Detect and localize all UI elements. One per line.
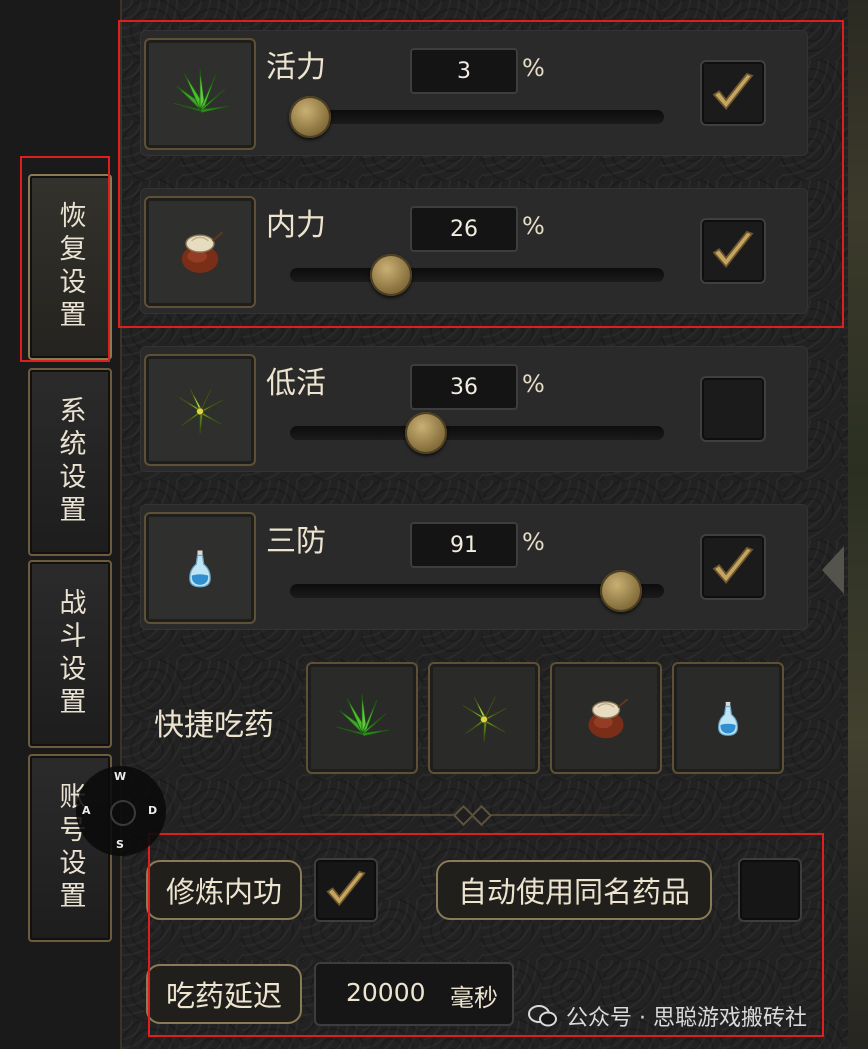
wechat-icon bbox=[528, 1005, 557, 1027]
compass-east-label: D bbox=[148, 804, 158, 817]
tab-system-settings[interactable]: 系统设置 bbox=[28, 368, 112, 556]
auto-use-same-name-checkbox[interactable] bbox=[738, 858, 802, 922]
recovery-row: 三防 91 % bbox=[140, 504, 808, 630]
checkmark-icon bbox=[707, 225, 759, 277]
compass-center bbox=[110, 800, 136, 826]
game-world-edge bbox=[848, 0, 868, 1049]
threshold-slider[interactable] bbox=[288, 96, 664, 138]
item-slot[interactable] bbox=[144, 38, 256, 150]
cultivate-inner-power-label: 修炼内功 bbox=[146, 860, 302, 920]
recovery-row: 活力 3 % bbox=[140, 30, 808, 156]
checkmark-icon bbox=[707, 67, 759, 119]
potion-delay-input[interactable]: 20000 毫秒 bbox=[314, 962, 514, 1026]
potion-delay-label: 吃药延迟 bbox=[146, 964, 302, 1024]
unit-label: % bbox=[522, 370, 545, 398]
enable-checkbox[interactable] bbox=[700, 534, 766, 600]
threshold-input[interactable]: 36 bbox=[410, 364, 518, 410]
row-label: 三防 bbox=[266, 524, 326, 559]
threshold-slider[interactable] bbox=[290, 254, 664, 296]
quick-potion-slot[interactable] bbox=[306, 662, 418, 774]
green-herb-icon bbox=[332, 688, 392, 748]
unit-label: % bbox=[522, 212, 545, 240]
unit-label: % bbox=[522, 528, 545, 556]
slider-knob[interactable] bbox=[288, 96, 331, 138]
checkmark-icon bbox=[321, 865, 371, 915]
threshold-slider[interactable] bbox=[290, 570, 664, 612]
enable-checkbox[interactable] bbox=[700, 376, 766, 442]
delay-unit: 毫秒 bbox=[450, 984, 498, 1012]
green-herb-icon bbox=[169, 63, 231, 125]
tab-combat-settings[interactable]: 战斗设置 bbox=[28, 560, 112, 748]
compass-south-label: S bbox=[116, 838, 124, 851]
quick-potion-slot[interactable] bbox=[550, 662, 662, 774]
collapse-panel-arrow-icon[interactable] bbox=[822, 546, 844, 594]
threshold-slider[interactable] bbox=[290, 412, 664, 454]
watermark-text: 公众号 · 思聪游戏搬砖社 bbox=[566, 1006, 807, 1031]
item-slot[interactable] bbox=[144, 354, 256, 466]
movement-compass[interactable]: W A D S bbox=[76, 766, 166, 856]
compass-west-label: A bbox=[82, 804, 91, 817]
tab-label: 恢复设置 bbox=[54, 201, 86, 333]
row-label: 低活 bbox=[266, 366, 326, 401]
slider-knob[interactable] bbox=[370, 254, 413, 296]
recovery-row: 内力 26 % bbox=[140, 188, 808, 314]
quick-potion-label: 快捷吃药 bbox=[154, 708, 274, 743]
tab-label: 战斗设置 bbox=[54, 588, 86, 720]
checkmark-icon bbox=[707, 541, 759, 593]
row-label: 活力 bbox=[266, 50, 326, 85]
threshold-input[interactable]: 91 bbox=[410, 522, 518, 568]
enable-checkbox[interactable] bbox=[700, 60, 766, 126]
clay-pot-icon bbox=[172, 224, 228, 280]
item-slot[interactable] bbox=[144, 196, 256, 308]
recovery-row: 低活 36 % bbox=[140, 346, 808, 472]
slider-knob[interactable] bbox=[405, 412, 448, 454]
clay-pot-icon bbox=[579, 691, 633, 745]
slider-knob[interactable] bbox=[600, 570, 643, 612]
watermark: 公众号 · 思聪游戏搬砖社 bbox=[528, 1000, 807, 1032]
row-label: 内力 bbox=[266, 208, 326, 243]
item-slot[interactable] bbox=[144, 512, 256, 624]
yellow-green-herb-icon bbox=[172, 382, 228, 438]
quick-potion-slot[interactable] bbox=[672, 662, 784, 774]
tab-recovery-settings[interactable]: 恢复设置 bbox=[28, 174, 112, 360]
threshold-input[interactable]: 26 bbox=[410, 206, 518, 252]
delay-value: 20000 bbox=[346, 978, 426, 1007]
threshold-input[interactable]: 3 bbox=[410, 48, 518, 94]
quick-potion-slot[interactable] bbox=[428, 662, 540, 774]
cultivate-inner-power-checkbox[interactable] bbox=[314, 858, 378, 922]
blue-potion-bottle-icon bbox=[705, 695, 751, 741]
blue-potion-bottle-icon bbox=[175, 543, 225, 593]
yellow-green-herb-icon bbox=[456, 690, 512, 746]
tab-label: 系统设置 bbox=[54, 396, 86, 528]
enable-checkbox[interactable] bbox=[700, 218, 766, 284]
unit-label: % bbox=[522, 54, 545, 82]
auto-use-same-name-label: 自动使用同名药品 bbox=[436, 860, 712, 920]
compass-north-label: W bbox=[114, 770, 127, 783]
